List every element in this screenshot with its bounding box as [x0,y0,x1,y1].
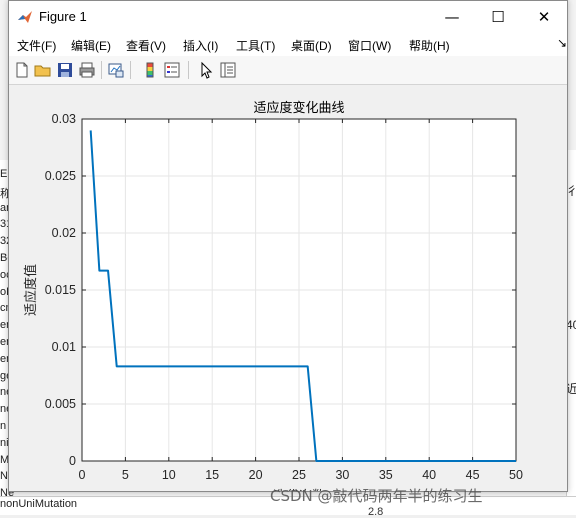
y-tick-label: 0 [69,454,76,468]
minimize-button[interactable]: — [429,1,475,32]
chart-title: 适应度变化曲线 [253,100,344,116]
line-chart[interactable]: 0 5 10 15 20 25 30 35 40 45 50 0 0.005 0.01 0.015 0.02 0… [9,85,567,491]
minimize-icon: — [444,7,460,26]
close-icon: ✕ [537,7,551,26]
edit-plot-icon[interactable] [197,61,215,79]
maximize-icon: ☐ [491,7,505,26]
menu-help[interactable]: 帮助(H) [409,37,450,54]
y-tick-label: 0.015 [45,283,76,297]
watermark: CSDN @敲代码两年半的练习生 [270,487,483,505]
x-tick-label: 35 [379,468,393,482]
menu-bar: 文件(F) 编辑(E) 查看(V) 插入(I) 工具(T) 桌面(D) 窗口(W… [9,32,567,56]
toolbar-separator [101,61,102,79]
menu-view[interactable]: 查看(V) [126,37,166,54]
link-plot-icon[interactable] [107,61,125,79]
y-tick-label: 0.025 [45,169,76,183]
y-tick-label: 0.02 [52,226,76,240]
maximize-button[interactable]: ☐ [475,1,521,32]
matlab-logo-icon [18,11,32,23]
toolbar-separator [188,61,189,79]
y-tick-label: 0.005 [45,397,76,411]
menu-file[interactable]: 文件(F) [17,37,56,54]
background-list-fragment: E [0,168,8,180]
x-tick-label: 25 [292,468,306,482]
x-tick-label: 30 [335,468,349,482]
x-tick-label: 50 [509,468,523,482]
menu-tools[interactable]: 工具(T) [236,37,275,54]
print-icon[interactable] [78,61,96,79]
menu-overflow-icon[interactable]: ↘ [557,36,567,50]
background-list-fragment: n [0,420,7,432]
open-file-icon[interactable] [34,61,52,79]
property-inspector-icon[interactable] [219,61,237,79]
save-icon[interactable] [56,61,74,79]
x-tick-label: 40 [422,468,436,482]
window-title: Figure 1 [39,9,87,24]
x-tick-label: 20 [249,468,263,482]
menu-insert[interactable]: 插入(I) [183,37,218,54]
legend-icon[interactable] [163,61,181,79]
x-tick-label: 5 [122,468,129,482]
x-tick-label: 10 [162,468,176,482]
menu-edit[interactable]: 编辑(E) [71,37,111,54]
title-bar[interactable]: Figure 1 — ☐ ✕ [9,1,567,32]
menu-window[interactable]: 窗口(W) [348,37,391,54]
close-button[interactable]: ✕ [521,1,567,32]
new-figure-icon[interactable] [13,61,31,79]
figure-canvas[interactable]: 0 5 10 15 20 25 30 35 40 45 50 0 0.005 0.01 0.015 0.02 0… [9,85,567,491]
background-bottom-text: nonUniMutation [0,498,78,510]
y-tick-label: 0.01 [52,340,76,354]
y-axis-label: 适应度值 [23,264,39,316]
menu-desktop[interactable]: 桌面(D) [291,37,332,54]
toolbar [9,56,567,85]
x-tick-label: 45 [466,468,480,482]
colorbar-icon[interactable] [141,61,159,79]
background-list-fragment: N [0,470,8,483]
figure-window: Figure 1 — ☐ ✕ 文件(F) 编辑(E) 查看(V) 插入(I) 工… [8,0,568,492]
toolbar-separator [130,61,131,79]
x-tick-label: 0 [79,468,86,482]
x-tick-label: 15 [205,468,219,482]
background-bottom-number: 2.8 [368,506,384,518]
y-tick-label: 0.03 [52,112,76,126]
